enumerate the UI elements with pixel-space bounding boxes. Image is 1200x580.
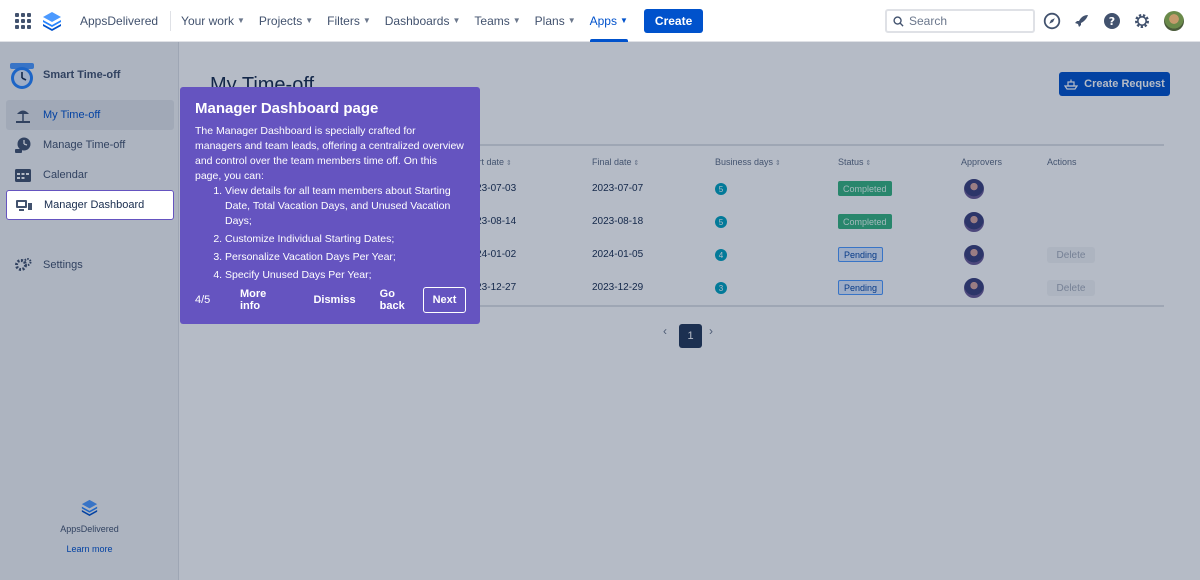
nav-apps[interactable]: Apps ▼ [589, 0, 629, 42]
list-item: Customize Individual Starting Dates; [225, 232, 465, 247]
rocket-notification-icon[interactable] [1073, 12, 1091, 30]
nav-label: Teams [474, 13, 510, 28]
tour-title: Manager Dashboard page [195, 100, 379, 117]
chevron-down-icon: ▼ [619, 16, 628, 25]
nav-dashboards[interactable]: Dashboards ▼ [385, 0, 461, 42]
tour-footer: 4/5 More info Dismiss Go back Next [195, 287, 466, 313]
brand-name[interactable]: AppsDelivered [80, 14, 158, 28]
nav-label: Projects [258, 13, 303, 28]
list-item: Specify Unused Days Per Year; [225, 268, 465, 283]
user-avatar[interactable] [1164, 11, 1184, 31]
nav-your-work[interactable]: Your work ▼ [181, 0, 245, 42]
nav-teams[interactable]: Teams ▼ [474, 0, 520, 42]
nav-plans[interactable]: Plans ▼ [535, 0, 576, 42]
go-back-button[interactable]: Go back [380, 288, 423, 312]
chevron-down-icon: ▼ [452, 16, 461, 25]
help-icon[interactable]: ? [1103, 12, 1121, 30]
tour-intro: The Manager Dashboard is specially craft… [195, 125, 464, 182]
search-box[interactable] [885, 9, 1035, 33]
chevron-down-icon: ▼ [305, 16, 314, 25]
nav-label: Dashboards [384, 13, 450, 28]
compass-icon[interactable] [1043, 12, 1061, 30]
app-switcher-icon[interactable] [15, 12, 31, 29]
nav-label: Your work [181, 13, 234, 28]
list-item: Personalize Vacation Days Per Year; [225, 250, 465, 265]
dismiss-button[interactable]: Dismiss [313, 294, 355, 306]
chevron-down-icon: ▼ [567, 16, 576, 25]
appsdelivered-logo-icon[interactable] [42, 11, 62, 31]
dashboard-icon [16, 200, 32, 211]
nav-label: Filters [327, 13, 360, 28]
gear-icon[interactable] [1133, 12, 1151, 30]
sidebar-item-label: Manager Dashboard [44, 199, 145, 211]
svg-text:?: ? [1109, 15, 1115, 28]
nav-filters[interactable]: Filters ▼ [327, 0, 371, 42]
nav-divider [170, 10, 172, 31]
next-button[interactable]: Next [423, 287, 466, 313]
chevron-down-icon: ▼ [362, 16, 371, 25]
nav-projects[interactable]: Projects ▼ [259, 0, 313, 42]
search-icon [893, 15, 904, 27]
sidebar-item-manager-dashboard[interactable]: Manager Dashboard [6, 190, 174, 220]
tour-step-counter: 4/5 [195, 294, 211, 306]
tour-step-list: View details for all team members about … [225, 184, 465, 283]
more-info-button[interactable]: More info [240, 288, 289, 312]
nav-label: Plans [534, 13, 565, 28]
chevron-down-icon: ▼ [236, 16, 245, 25]
search-input[interactable] [909, 14, 1024, 28]
onboarding-tour-popup: Manager Dashboard page The Manager Dashb… [180, 87, 480, 324]
chevron-down-icon: ▼ [512, 16, 521, 25]
list-item: View details for all team members about … [225, 184, 465, 229]
nav-label: Apps [589, 13, 617, 28]
create-button[interactable]: Create [643, 8, 704, 33]
